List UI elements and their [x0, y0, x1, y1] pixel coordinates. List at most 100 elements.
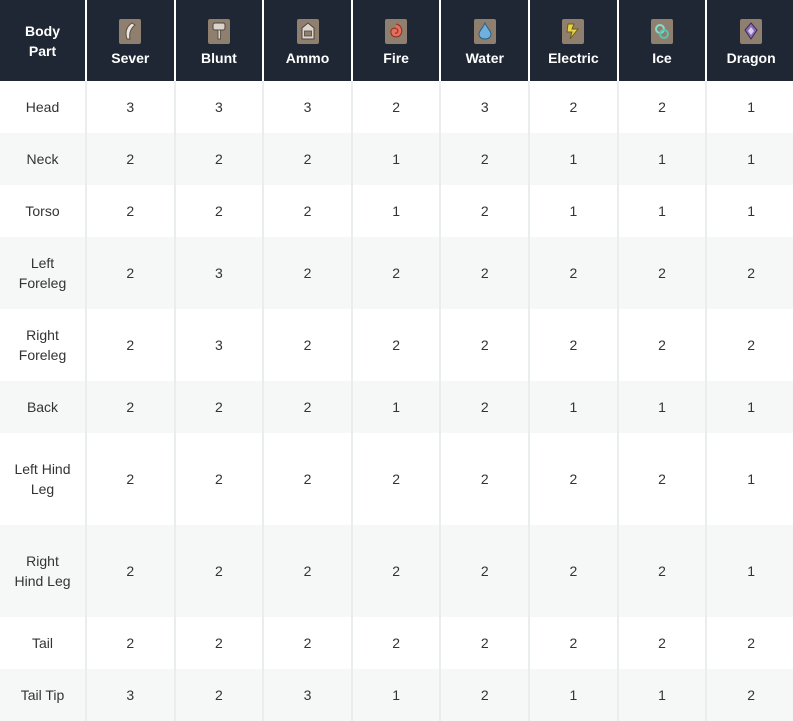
ammo-icon	[296, 18, 319, 44]
value-cell: 2	[86, 525, 176, 617]
blunt-icon	[207, 18, 230, 44]
value-cell: 2	[440, 525, 531, 617]
value-cell: 1	[706, 433, 793, 525]
body-part-label: Torso	[25, 203, 60, 219]
body-part-label: Right Foreleg	[18, 327, 67, 363]
value-cell: 2	[440, 617, 531, 669]
table-row: Right Hind Leg 2 2 2 2 2 2 2 1	[0, 525, 793, 617]
header-row: Body Part Sever Blunt Ammo Fire Water El…	[0, 0, 793, 81]
column-label-water: Water	[465, 49, 504, 66]
column-label-ice: Ice	[652, 49, 672, 66]
value-cell: 1	[529, 381, 619, 433]
value-cell: 2	[351, 525, 442, 617]
value-cell: 1	[351, 133, 442, 185]
value-cell: 1	[529, 669, 619, 721]
column-label-electric: Electric	[548, 49, 599, 66]
value-cell: 2	[174, 133, 265, 185]
value-cell: 2	[86, 185, 176, 237]
value-cell: 2	[263, 237, 353, 309]
body-part-label: Left Hind Leg	[14, 461, 71, 497]
value-cell: 2	[86, 237, 176, 309]
table-row: Neck 2 2 2 1 2 1 1 1	[0, 133, 793, 185]
value-cell: 2	[440, 185, 531, 237]
body-part-cell: Left Hind Leg	[0, 433, 88, 525]
value-cell: 2	[529, 525, 619, 617]
value-cell: 3	[263, 81, 353, 133]
value-cell: 2	[351, 309, 442, 381]
water-icon	[473, 18, 496, 44]
value-cell: 3	[263, 669, 353, 721]
value-cell: 2	[86, 381, 176, 433]
value-cell: 3	[174, 237, 265, 309]
body-part-cell: Back	[0, 381, 88, 433]
value-cell: 1	[706, 381, 793, 433]
column-header-blunt: Blunt	[174, 0, 265, 81]
body-part-cell: Torso	[0, 185, 88, 237]
body-part-label: Tail	[31, 635, 53, 651]
value-cell: 1	[529, 133, 619, 185]
value-cell: 2	[617, 617, 708, 669]
value-cell: 2	[174, 381, 265, 433]
column-label-fire: Fire	[383, 49, 409, 66]
body-part-header-label: Body Part	[25, 22, 60, 59]
value-cell: 1	[351, 381, 442, 433]
value-cell: 2	[440, 237, 531, 309]
weakness-table: Body Part Sever Blunt Ammo Fire Water El…	[0, 0, 793, 721]
column-label-ammo: Ammo	[285, 49, 330, 66]
body-part-header: Body Part	[0, 0, 88, 81]
value-cell: 2	[617, 237, 708, 309]
value-cell: 2	[174, 617, 265, 669]
body-part-cell: Tail Tip	[0, 669, 88, 721]
table-row: Torso 2 2 2 1 2 1 1 1	[0, 185, 793, 237]
value-cell: 1	[617, 381, 708, 433]
body-part-cell: Tail	[0, 617, 88, 669]
value-cell: 1	[617, 133, 708, 185]
column-label-blunt: Blunt	[201, 49, 237, 66]
value-cell: 1	[706, 525, 793, 617]
value-cell: 3	[440, 81, 531, 133]
value-cell: 2	[263, 381, 353, 433]
table-row: Tail 2 2 2 2 2 2 2 2	[0, 617, 793, 669]
value-cell: 2	[440, 381, 531, 433]
body-part-cell: Left Foreleg	[0, 237, 88, 309]
column-header-ice: Ice	[617, 0, 708, 81]
value-cell: 2	[706, 237, 793, 309]
body-part-label: Back	[26, 399, 59, 415]
value-cell: 2	[529, 617, 619, 669]
value-cell: 2	[529, 237, 619, 309]
body-part-cell: Head	[0, 81, 88, 133]
value-cell: 3	[174, 81, 265, 133]
value-cell: 2	[706, 309, 793, 381]
value-cell: 3	[174, 309, 265, 381]
value-cell: 2	[617, 525, 708, 617]
value-cell: 1	[351, 185, 442, 237]
column-header-water: Water	[440, 0, 531, 81]
value-cell: 2	[617, 81, 708, 133]
body-part-label: Neck	[26, 151, 59, 167]
column-header-dragon: Dragon	[706, 0, 793, 81]
sever-icon	[119, 18, 142, 44]
value-cell: 2	[351, 237, 442, 309]
value-cell: 2	[617, 433, 708, 525]
fire-icon	[385, 18, 408, 44]
value-cell: 2	[263, 433, 353, 525]
value-cell: 2	[440, 309, 531, 381]
electric-icon	[562, 18, 585, 44]
value-cell: 2	[263, 185, 353, 237]
value-cell: 2	[440, 433, 531, 525]
column-label-dragon: Dragon	[726, 49, 776, 66]
table-row: Left Hind Leg 2 2 2 2 2 2 2 1	[0, 433, 793, 525]
body-part-cell: Right Foreleg	[0, 309, 88, 381]
value-cell: 2	[86, 617, 176, 669]
value-cell: 2	[351, 433, 442, 525]
value-cell: 2	[86, 433, 176, 525]
body-part-label: Head	[25, 99, 60, 115]
value-cell: 1	[706, 133, 793, 185]
value-cell: 3	[86, 81, 176, 133]
value-cell: 2	[440, 133, 531, 185]
value-cell: 2	[617, 309, 708, 381]
value-cell: 2	[263, 525, 353, 617]
body-part-label: Tail Tip	[20, 687, 65, 703]
value-cell: 2	[529, 433, 619, 525]
value-cell: 1	[706, 185, 793, 237]
